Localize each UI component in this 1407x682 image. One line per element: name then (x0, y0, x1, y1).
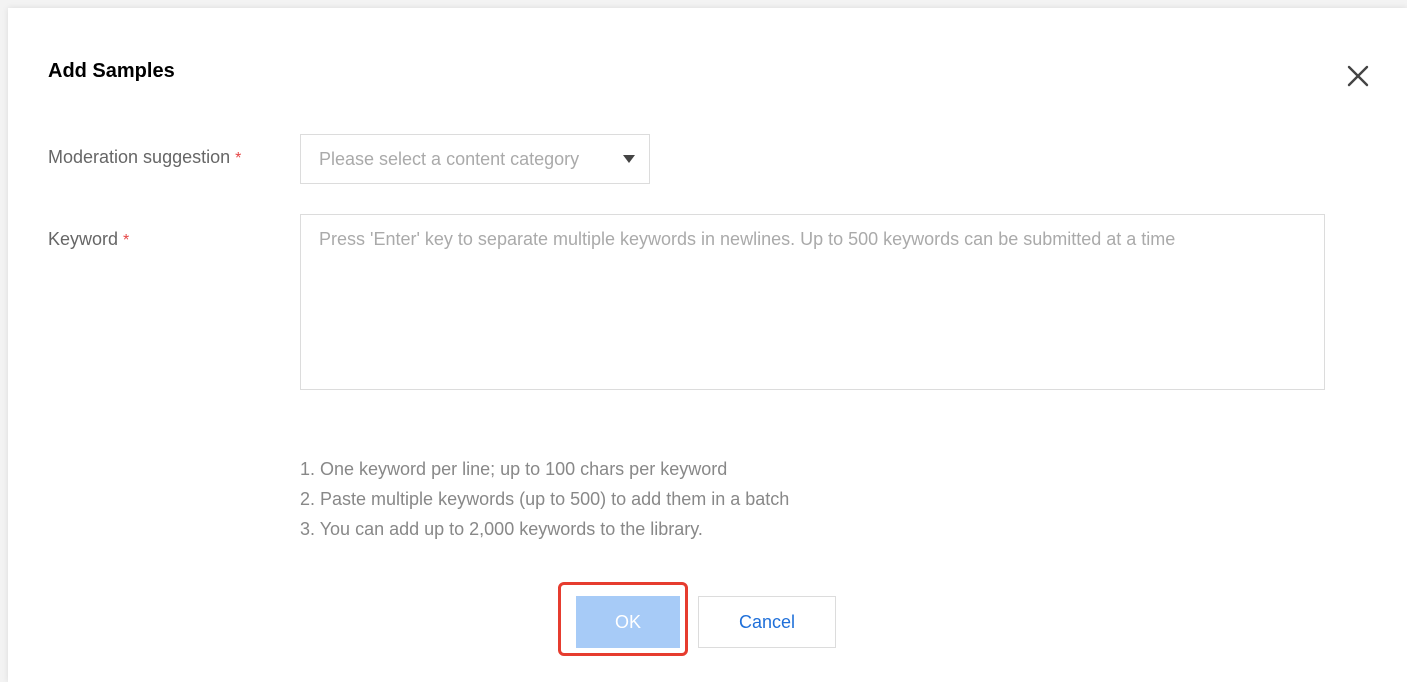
required-mark: * (123, 232, 130, 249)
dialog-title: Add Samples (48, 60, 175, 82)
keyword-textarea[interactable] (300, 214, 1325, 390)
select-placeholder: Please select a content category (319, 149, 580, 169)
add-samples-dialog: Add Samples Moderation suggestion * Pleas… (8, 8, 1407, 682)
hint-item: 3. You can add up to 2,000 keywords to t… (300, 519, 703, 539)
keyword-hints: 1. One keyword per line; up to 100 chars… (300, 454, 789, 544)
caret-down-icon (623, 155, 635, 163)
close-icon (1347, 65, 1369, 87)
keyword-label: Keyword * (48, 229, 129, 250)
moderation-suggestion-select[interactable]: Please select a content category (300, 134, 650, 184)
cancel-button[interactable]: Cancel (698, 596, 836, 648)
ok-button[interactable]: OK (576, 596, 680, 648)
moderation-suggestion-label-text: Moderation suggestion (48, 147, 231, 167)
keyword-label-text: Keyword (48, 229, 119, 249)
required-mark: * (235, 150, 242, 167)
hint-item: 1. One keyword per line; up to 100 chars… (300, 459, 728, 479)
hint-item: 2. Paste multiple keywords (up to 500) t… (300, 489, 790, 509)
close-button[interactable] (1344, 62, 1372, 90)
moderation-suggestion-label: Moderation suggestion * (48, 147, 241, 168)
